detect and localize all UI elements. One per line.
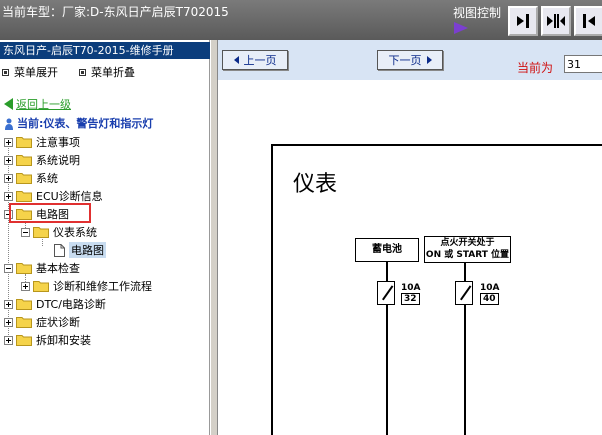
expand-collapse-row: 菜单展开 菜单折叠 [2,64,135,80]
top-bar: 当前车型：厂家:D-东风日产启辰T702015 视图控制 [0,0,602,40]
next-page-button[interactable]: 下一页 [377,50,443,70]
tree-item-diagnosis-workflow[interactable]: 诊断和维修工作流程 [21,278,152,294]
expand-icon[interactable] [4,317,13,327]
tree-item-system-description[interactable]: 系统说明 [4,152,80,168]
tree-item-label: 拆卸和安装 [36,334,91,347]
expand-icon[interactable] [4,299,13,309]
tree-item-label: 症状诊断 [36,316,80,329]
manual-title: 东风日产-启辰T70-2015-维修手册 [0,42,210,59]
fuse-icon [455,281,473,305]
ignition-label-line2: ON 或 START 位置 [425,250,510,260]
tree-item-precautions[interactable]: 注意事项 [4,134,80,150]
split-view-button[interactable] [541,6,571,36]
tree-item-wiring-diagram-page[interactable]: 电路图 [54,242,106,258]
document-viewer: 仪表 蓄电池 点火开关处于 ON 或 START 位置 10A 32 10A 4… [218,80,602,435]
panel-splitter[interactable] [210,40,218,435]
folder-icon [16,335,32,346]
vehicle-model-title: 当前车型：厂家:D-东风日产启辰T702015 [2,5,229,19]
tree-item-ecu-diagnosis[interactable]: ECU诊断信息 [4,188,103,204]
collapse-right-button[interactable] [574,6,602,36]
ignition-switch-box: 点火开关处于 ON 或 START 位置 [424,236,511,263]
folder-icon [33,281,49,292]
folder-icon [16,299,32,310]
wire [386,262,388,281]
folder-icon [16,137,32,148]
collapse-left-button[interactable] [508,6,538,36]
wire [464,305,466,435]
tree-item-instrument-system[interactable]: 仪表系统 [21,224,97,240]
wire [386,305,388,435]
current-page-label: 当前为 [517,61,554,75]
tree-item-removal-installation[interactable]: 拆卸和安装 [4,332,91,348]
current-section-label: 当前:仪表、警告灯和指示灯 [17,117,154,130]
tree-item-symptom-diagnosis[interactable]: 症状诊断 [4,314,80,330]
tree-item-dtc-diagnosis[interactable]: DTC/电路诊断 [4,296,106,312]
tree-item-basic-inspection[interactable]: 基本检查 [4,260,80,276]
prev-arrow-icon [233,56,239,64]
expand-all-icon [2,68,9,76]
back-link[interactable]: 返回上一级 [16,98,71,111]
collapse-icon[interactable] [4,263,13,273]
next-arrow-icon [426,56,432,64]
tree-item-label: 注意事项 [36,136,80,149]
expand-icon[interactable] [21,281,30,291]
page-nav-bar: 上一页 下一页 当前为 [218,40,602,80]
collapse-all-button[interactable]: 菜单折叠 [91,64,135,80]
page-number-input[interactable] [564,55,602,73]
expand-icon[interactable] [4,335,13,345]
fuse2-number: 40 [480,293,499,305]
tree-item-label: 电路图 [69,242,106,258]
tree-item-label: 系统 [36,172,58,185]
folder-icon [16,155,32,166]
prev-page-button[interactable]: 上一页 [222,50,288,70]
folder-icon [16,173,32,184]
tree-item-label: 诊断和维修工作流程 [53,280,152,293]
back-row: 返回上一级 [4,96,71,112]
folder-open-icon [33,227,49,238]
tree-item-label: 系统说明 [36,154,80,167]
tree-item-label: 基本检查 [36,262,80,275]
page-icon [54,243,65,257]
expand-icon[interactable] [4,173,13,183]
collapse-left-icon [517,14,529,28]
expand-icon[interactable] [4,191,13,201]
expand-icon[interactable] [4,137,13,147]
view-control-label: 视图控制 [453,6,502,20]
collapse-right-icon [583,14,595,28]
current-section: 当前:仪表、警告灯和指示灯 [4,115,153,131]
expand-icon[interactable] [4,155,13,165]
folder-icon [16,191,32,202]
fuse1-number: 32 [401,293,420,305]
folder-icon [16,317,32,328]
split-view-icon [547,14,565,28]
view-arrow-icon [454,22,468,34]
fuse1-amp: 10A [401,283,421,293]
back-arrow-icon [4,98,13,110]
fuse2-amp: 10A [480,283,500,293]
expand-all-button[interactable]: 菜单展开 [14,64,58,80]
person-icon [5,118,13,130]
fuse-icon [377,281,395,305]
diagram-title: 仪表 [293,172,338,197]
battery-box: 蓄电池 [355,238,419,262]
sidebar: 东风日产-启辰T70-2015-维修手册 菜单展开 菜单折叠 返回上一级 当前:… [0,40,210,435]
tree-item-label: ECU诊断信息 [36,190,103,203]
wire [464,263,466,281]
collapse-all-icon [79,68,86,76]
folder-open-icon [16,263,32,274]
tree-item-system[interactable]: 系统 [4,170,58,186]
highlight-box [9,203,91,223]
tree-item-label: DTC/电路诊断 [36,298,106,311]
collapse-icon[interactable] [21,227,30,237]
tree-item-label: 仪表系统 [53,226,97,239]
ignition-label-line1: 点火开关处于 [440,238,495,248]
